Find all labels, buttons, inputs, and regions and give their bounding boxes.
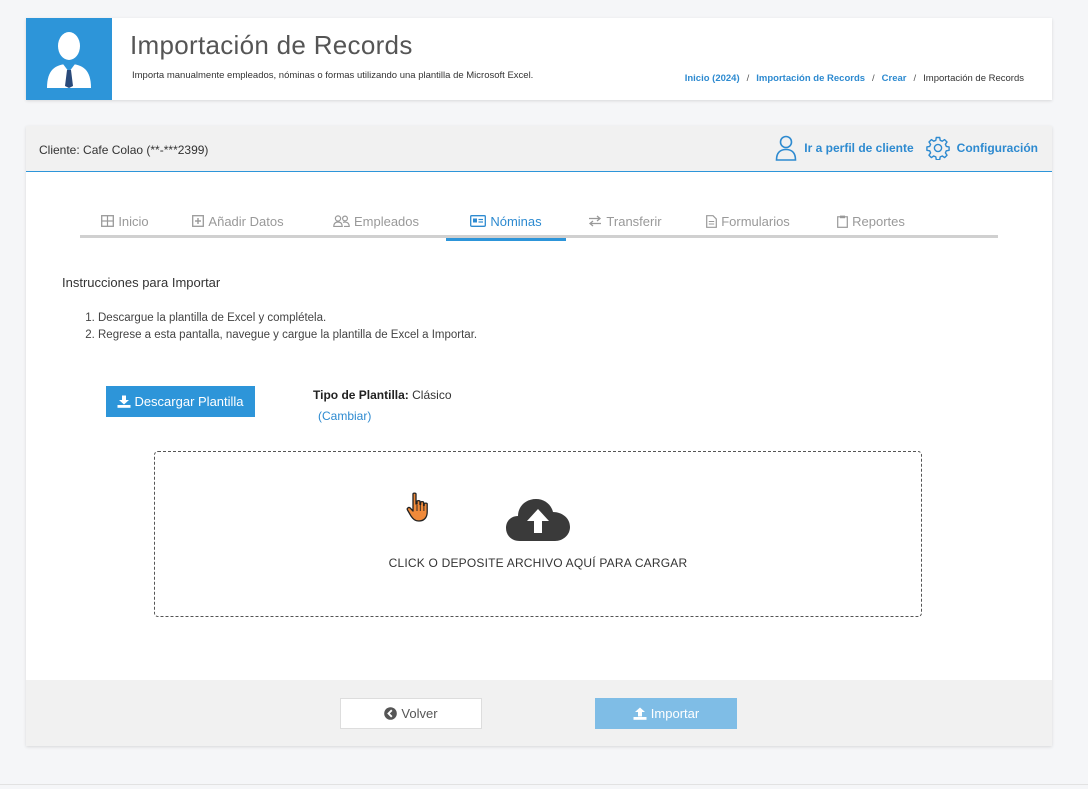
header-icon-box [26,18,112,100]
page-subtitle: Importa manualmente empleados, nóminas o… [132,70,534,81]
back-label: Volver [401,706,438,721]
template-type: Tipo de Plantilla: Clásico [313,388,452,402]
back-button[interactable]: Volver [340,698,482,729]
transfer-icon [589,215,602,227]
download-template-button[interactable]: Descargar Plantilla [106,386,255,417]
tab-anadir-datos[interactable]: Añadir Datos [170,204,306,238]
template-type-value: Clásico [412,388,452,402]
import-tabs: Inicio Añadir Datos Empleados Nóminas Tr… [80,204,998,241]
tab-formularios[interactable]: Formularios [684,204,812,238]
page-bottom-divider [0,784,1088,785]
download-template-label: Descargar Plantilla [134,394,244,409]
client-profile-link[interactable]: Ir a perfil de cliente [775,135,914,161]
import-card: Cliente: Cafe Colao (**-***2399) Ir a pe… [26,126,1052,746]
footer-bar: Volver Importar [26,680,1052,746]
breadcrumb-separator: / [746,73,750,84]
document-icon [706,214,718,228]
dropzone-text: CLICK O DEPOSITE ARCHIVO AQUÍ PARA CARGA… [388,556,688,570]
arrow-left-circle-icon [384,707,398,720]
breadcrumb-separator: / [913,73,917,84]
template-type-label: Tipo de Plantilla: [313,388,409,402]
tab-inicio[interactable]: Inicio [80,204,170,238]
breadcrumb-separator: / [872,73,875,84]
grid-icon [101,215,115,227]
upload-icon [633,707,647,720]
file-dropzone[interactable]: CLICK O DEPOSITE ARCHIVO AQUÍ PARA CARGA… [154,451,922,617]
breadcrumb-import-records[interactable]: Importación de Records [756,73,865,84]
tab-label: Inicio [118,213,149,229]
breadcrumb-create[interactable]: Crear [882,73,907,84]
tab-reportes[interactable]: Reportes [812,204,930,238]
tab-transferir[interactable]: Transferir [566,204,684,238]
import-label: Importar [650,706,700,721]
import-button[interactable]: Importar [595,698,737,729]
download-icon [117,395,131,408]
employee-avatar-icon [47,32,91,88]
page-title: Importación de Records [130,30,413,60]
instruction-step: Descargue la plantilla de Excel y complé… [98,310,477,327]
breadcrumb: Inicio (2024) / Importación de Records /… [685,73,1024,84]
tab-label: Formularios [721,213,790,229]
tab-empleados[interactable]: Empleados [306,204,446,238]
clipboard-icon [837,215,849,228]
cloud-upload-icon [506,499,570,541]
user-icon [775,135,797,161]
instructions-title: Instrucciones para Importar [62,275,221,290]
configuration-label: Configuración [956,141,1038,155]
breadcrumb-current: Importación de Records [923,73,1024,84]
tab-label: Reportes [852,213,905,229]
client-profile-label: Ir a perfil de cliente [804,141,914,155]
gear-icon [925,136,950,160]
plus-square-icon [192,215,205,227]
change-template-link[interactable]: (Cambiar) [318,409,371,423]
instructions-list: Descargue la plantilla de Excel y complé… [98,310,477,344]
users-icon [333,215,350,227]
tab-nominas[interactable]: Nóminas [446,204,566,241]
breadcrumb-home[interactable]: Inicio (2024) [685,73,740,84]
client-bar: Cliente: Cafe Colao (**-***2399) Ir a pe… [26,126,1052,172]
client-label: Cliente: Cafe Colao (**-***2399) [39,143,209,157]
hand-pointer-cursor-icon [406,492,428,522]
instruction-step: Regrese a esta pantalla, navegue y cargu… [98,327,477,344]
tab-label: Empleados [353,213,420,229]
tab-label: Transferir [606,213,662,229]
client-actions: Ir a perfil de cliente Configuración [775,135,1038,161]
configuration-link[interactable]: Configuración [925,136,1038,160]
id-card-icon [470,215,487,227]
tab-label: Añadir Datos [208,213,284,229]
tab-label: Nóminas [490,213,542,229]
page-header: Importación de Records Importa manualmen… [26,18,1052,100]
